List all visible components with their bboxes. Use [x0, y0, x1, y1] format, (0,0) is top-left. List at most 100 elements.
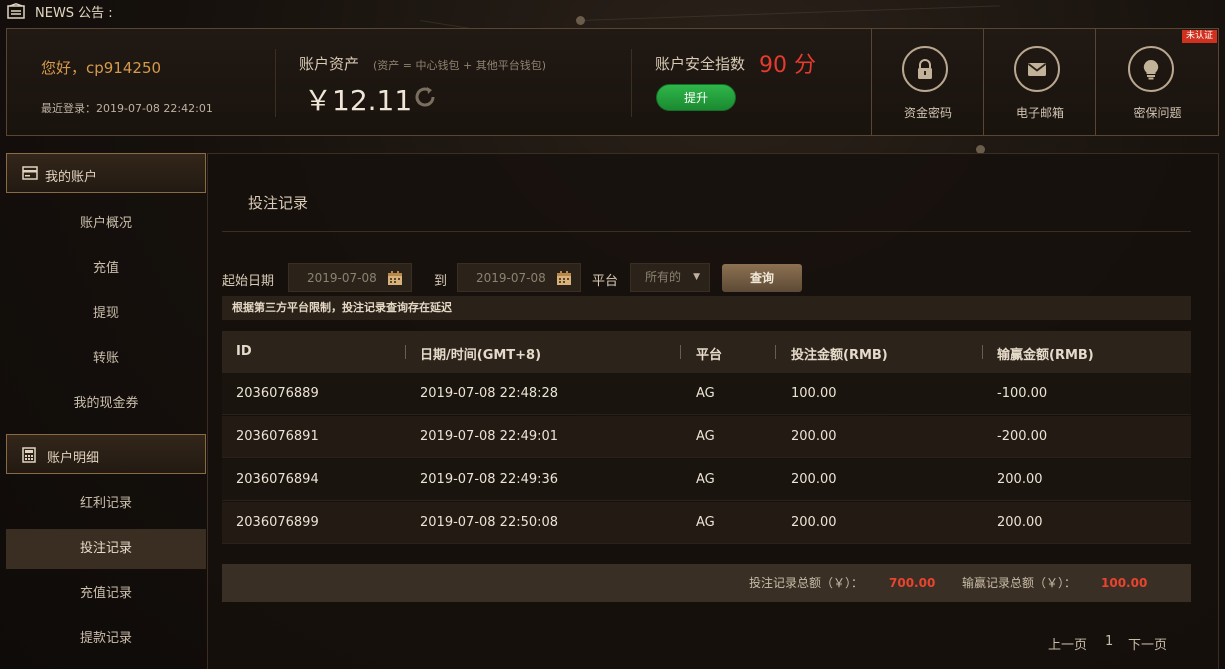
tile-security-question[interactable]: 密保问题 未认证 — [1095, 29, 1218, 135]
table-row: 2036076899 2019-07-08 22:50:08 AG 200.00… — [222, 502, 1191, 544]
tile-email[interactable]: 电子邮箱 — [983, 29, 1095, 135]
user-greeting: 您好，cp914250 — [41, 59, 162, 77]
cell-id: 2036076894 — [236, 472, 319, 487]
win-total-value: 100.00 — [1101, 576, 1148, 590]
security-label: 账户安全指数 — [655, 55, 746, 73]
cell-win-loss: 200.00 — [997, 515, 1043, 530]
calendar-icon[interactable] — [387, 270, 403, 286]
cell-win-loss: -200.00 — [997, 429, 1048, 444]
sidebar-item-withdraw[interactable]: 提现 — [6, 294, 206, 334]
mail-icon — [1027, 63, 1047, 76]
divider — [631, 49, 632, 117]
refresh-icon[interactable] — [413, 85, 437, 109]
cell-id: 2036076891 — [236, 429, 319, 444]
table-row: 2036076889 2019-07-08 22:48:28 AG 100.00… — [222, 373, 1191, 415]
column-header-bet-amount: 投注金额(RMB) — [791, 348, 888, 363]
table-row: 2036076894 2019-07-08 22:49:36 AG 200.00… — [222, 459, 1191, 501]
column-header-platform: 平台 — [696, 348, 723, 363]
platform-label: 平台 — [592, 274, 619, 289]
assets-amount: ￥12.11 — [304, 84, 413, 117]
sidebar-item-bet-records[interactable]: 投注记录 — [6, 529, 206, 569]
cell-datetime: 2019-07-08 22:48:28 — [420, 386, 559, 401]
account-header: 您好，cp914250 最近登录：2019-07-08 22:42:01 账户资… — [6, 28, 1219, 136]
news-title: NEWS 公告 : — [35, 6, 113, 21]
to-label: 到 — [434, 274, 448, 289]
start-date-field[interactable] — [288, 263, 412, 292]
calculator-icon — [22, 447, 36, 463]
sidebar-item-cash-coupons[interactable]: 我的现金券 — [6, 384, 206, 424]
bet-total-value: 700.00 — [889, 576, 936, 590]
delay-notice: 根据第三方平台限制，投注记录查询存在延迟 — [222, 296, 1191, 320]
end-date-field[interactable] — [457, 263, 581, 292]
win-total-label: 输赢记录总额（￥）： — [962, 576, 1077, 590]
news-icon — [7, 3, 25, 19]
start-date-input[interactable] — [289, 264, 389, 291]
bet-total-label: 投注记录总额（￥）： — [749, 576, 864, 590]
platform-select[interactable]: 所有的 ▼ — [630, 263, 710, 292]
title-divider — [222, 231, 1191, 232]
cell-bet-amount: 200.00 — [791, 429, 837, 444]
cell-win-loss: -100.00 — [997, 386, 1048, 401]
table-header: ID 日期/时间(GMT+8) 平台 投注金额(RMB) 输赢金额(RMB) — [222, 331, 1191, 373]
tile-fund-password[interactable]: 资金密码 — [871, 29, 983, 135]
tile-icon-circle — [1128, 46, 1174, 92]
sidebar-section-my-account[interactable]: 我的账户 — [6, 153, 206, 193]
sidebar-item-withdrawal-records[interactable]: 提款记录 — [6, 619, 206, 659]
security-score: 90 分 — [759, 53, 816, 78]
calendar-icon[interactable] — [556, 270, 572, 286]
assets-note: (资产 = 中心钱包 + 其他平台钱包) — [373, 59, 547, 72]
main-panel: 投注记录 起始日期 到 平台 所有的 ▼ 查询 根据第三方平台限制，投注记录查询… — [207, 153, 1219, 669]
sidebar-item-deposit-records[interactable]: 充值记录 — [6, 574, 206, 614]
lightbulb-icon — [1143, 59, 1159, 80]
upgrade-button[interactable]: 提升 — [656, 84, 736, 111]
column-header-id: ID — [236, 344, 252, 359]
cell-win-loss: 200.00 — [997, 472, 1043, 487]
chevron-down-icon: ▼ — [693, 272, 700, 282]
tile-icon-circle — [1014, 46, 1060, 92]
column-separator — [680, 345, 681, 359]
cell-datetime: 2019-07-08 22:49:36 — [420, 472, 559, 487]
sidebar-section-account-details[interactable]: 账户明细 — [6, 434, 206, 474]
platform-selected-value: 所有的 — [645, 270, 682, 284]
tile-icon-circle — [902, 46, 948, 92]
page-title: 投注记录 — [248, 194, 309, 212]
query-button[interactable]: 查询 — [722, 264, 802, 292]
cell-platform: AG — [696, 429, 715, 444]
assets-label: 账户资产 — [299, 55, 360, 73]
sidebar-item-deposit[interactable]: 充值 — [6, 249, 206, 289]
column-header-win-loss: 输赢金额(RMB) — [997, 348, 1094, 363]
cell-datetime: 2019-07-08 22:49:01 — [420, 429, 559, 444]
cell-platform: AG — [696, 386, 715, 401]
sidebar-section-label: 我的账户 — [45, 170, 98, 185]
table-row: 2036076891 2019-07-08 22:49:01 AG 200.00… — [222, 416, 1191, 458]
sidebar-section-label: 账户明细 — [47, 451, 100, 466]
cell-id: 2036076889 — [236, 386, 319, 401]
pager-next-link[interactable]: 下一页 — [1128, 634, 1167, 653]
start-date-label: 起始日期 — [222, 274, 275, 289]
sidebar-item-bonus-records[interactable]: 红利记录 — [6, 484, 206, 524]
sidebar: 我的账户 账户概况 充值 提现 转账 我的现金券 账户明细 红利记录 投注记录 … — [6, 153, 206, 669]
cell-bet-amount: 200.00 — [791, 515, 837, 530]
last-login: 最近登录：2019-07-08 22:42:01 — [41, 102, 213, 115]
cell-bet-amount: 100.00 — [791, 386, 837, 401]
news-bar: NEWS 公告 : — [0, 0, 1225, 24]
end-date-input[interactable] — [458, 264, 558, 291]
tile-label: 密保问题 — [1133, 106, 1182, 120]
totals-bar: 投注记录总额（￥）： 700.00 输赢记录总额（￥）： 100.00 — [222, 564, 1191, 602]
lock-icon — [918, 59, 932, 79]
pager-current-page[interactable]: 1 — [1105, 634, 1113, 649]
column-separator — [405, 345, 406, 359]
cell-datetime: 2019-07-08 22:50:08 — [420, 515, 559, 530]
cell-platform: AG — [696, 472, 715, 487]
cell-id: 2036076899 — [236, 515, 319, 530]
column-separator — [982, 345, 983, 359]
cell-platform: AG — [696, 515, 715, 530]
sidebar-item-transfer[interactable]: 转账 — [6, 339, 206, 379]
divider — [275, 49, 276, 117]
pager-prev-link[interactable]: 上一页 — [1048, 634, 1087, 653]
sidebar-item-account-overview[interactable]: 账户概况 — [6, 204, 206, 244]
tile-label: 电子邮箱 — [1015, 106, 1064, 120]
unverified-badge: 未认证 — [1181, 30, 1217, 43]
cell-bet-amount: 200.00 — [791, 472, 837, 487]
column-separator — [775, 345, 776, 359]
